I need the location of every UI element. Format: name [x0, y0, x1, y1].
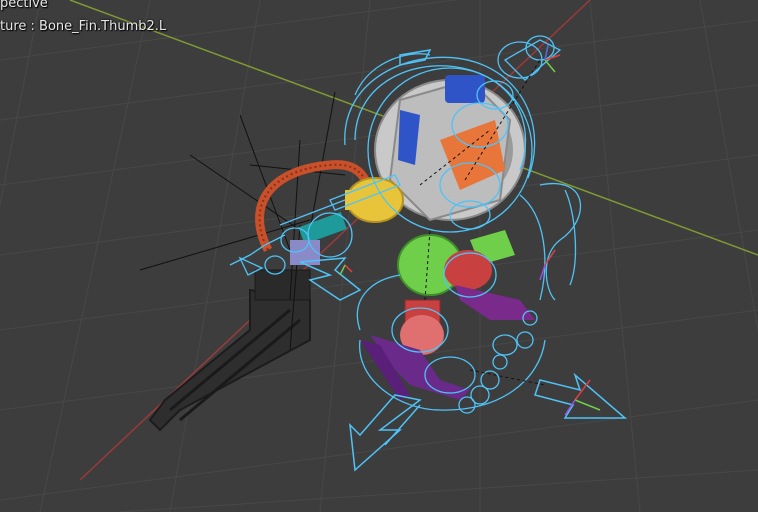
viewport-canvas[interactable]: [0, 0, 758, 512]
rig-lines: [139, 91, 346, 351]
view-mode-label: pective: [0, 0, 48, 11]
3d-viewport[interactable]: pective ture : Bone_Fin.Thumb2.L: [0, 0, 758, 512]
active-object-label: ture : Bone_Fin.Thumb2.L: [0, 19, 167, 34]
floor-grid: [0, 0, 758, 512]
x-axis-line: [79, 0, 591, 481]
mesh-barrel[interactable]: [148, 269, 311, 432]
